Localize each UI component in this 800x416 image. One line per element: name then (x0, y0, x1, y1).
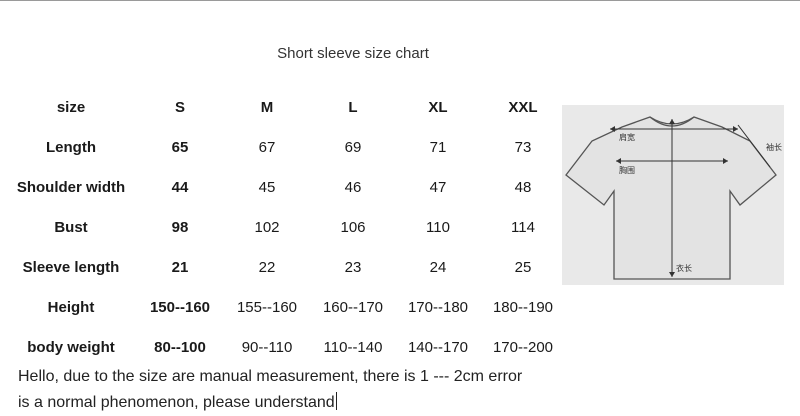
table-cell: 180--190 (492, 299, 554, 316)
table-cell: 110--140 (323, 339, 383, 356)
table-cell: 22 (258, 259, 276, 276)
table-cell: XXL (508, 99, 538, 116)
length-label: 衣长 (676, 263, 692, 273)
table-cell: 98 (171, 219, 189, 236)
table-cell: 170--180 (407, 299, 469, 316)
table-cell: 106 (340, 219, 366, 236)
table-cell: 73 (514, 139, 532, 156)
row-label: Shoulder width (16, 179, 126, 196)
table-cell: 21 (171, 259, 189, 276)
table-cell: 44 (171, 179, 189, 196)
table-row-size: size S M L XL XXL (0, 88, 562, 128)
table-row-height: Height 150--160 155--160 160--170 170--1… (0, 288, 562, 328)
row-label: body weight (27, 339, 115, 356)
disclaimer-line-2: is a normal phenomenon, please understan… (18, 394, 335, 411)
table-row-sleeve-length: Sleeve length 21 22 23 24 25 (0, 248, 562, 288)
table-cell: 170--200 (492, 339, 554, 356)
chart-title: Short sleeve size chart (277, 45, 429, 62)
text-cursor (335, 392, 337, 410)
table-row-bust: Bust 98 102 106 110 114 (0, 208, 562, 248)
table-cell: 155--160 (236, 299, 298, 316)
tshirt-measurement-diagram: 肩宽 胸围 袖长 衣长 (562, 105, 784, 285)
table-cell: 24 (429, 259, 447, 276)
table-row-length: Length 65 67 69 71 73 (0, 128, 562, 168)
disclaimer-line-1: Hello, due to the size are manual measur… (18, 368, 523, 385)
row-label: Length (46, 139, 96, 156)
table-cell: 160--170 (322, 299, 384, 316)
table-cell: S (174, 99, 185, 116)
table-cell: 47 (429, 179, 447, 196)
table-cell: M (260, 99, 274, 116)
table-cell: XL (428, 99, 448, 116)
table-cell: 48 (514, 179, 532, 196)
disclaimer-note: Hello, due to the size are manual measur… (18, 364, 578, 416)
table-cell: 140--170 (407, 339, 469, 356)
row-label: size (56, 99, 86, 116)
table-cell: 114 (511, 219, 535, 236)
table-cell: 65 (171, 139, 189, 156)
table-cell: 102 (254, 219, 280, 236)
table-cell: 90--110 (241, 339, 293, 356)
table-cell: 69 (344, 139, 362, 156)
top-divider (0, 0, 800, 1)
tshirt-outline-icon: 肩宽 胸围 袖长 衣长 (565, 116, 782, 280)
shoulder-label: 肩宽 (619, 132, 635, 142)
sleeve-label: 袖长 (766, 142, 782, 152)
table-row-shoulder-width: Shoulder width 44 45 46 47 48 (0, 168, 562, 208)
table-cell: 46 (344, 179, 362, 196)
table-row-body-weight: body weight 80--100 90--110 110--140 140… (0, 328, 562, 368)
table-cell: L (348, 99, 358, 116)
table-cell: 25 (514, 259, 532, 276)
table-cell: 45 (258, 179, 276, 196)
shirt-shape (565, 116, 777, 280)
disclaimer-line-2-wrap: is a normal phenomenon, please understan… (18, 390, 578, 416)
row-label: Height (47, 299, 95, 316)
table-cell: 23 (344, 259, 362, 276)
row-label: Sleeve length (22, 259, 120, 276)
table-cell: 71 (429, 139, 447, 156)
table-cell: 67 (258, 139, 276, 156)
chest-label: 胸围 (619, 165, 635, 175)
table-cell: 150--160 (149, 299, 211, 316)
table-cell: 80--100 (154, 339, 206, 356)
table-cell: 110 (426, 219, 450, 236)
row-label: Bust (54, 219, 88, 236)
